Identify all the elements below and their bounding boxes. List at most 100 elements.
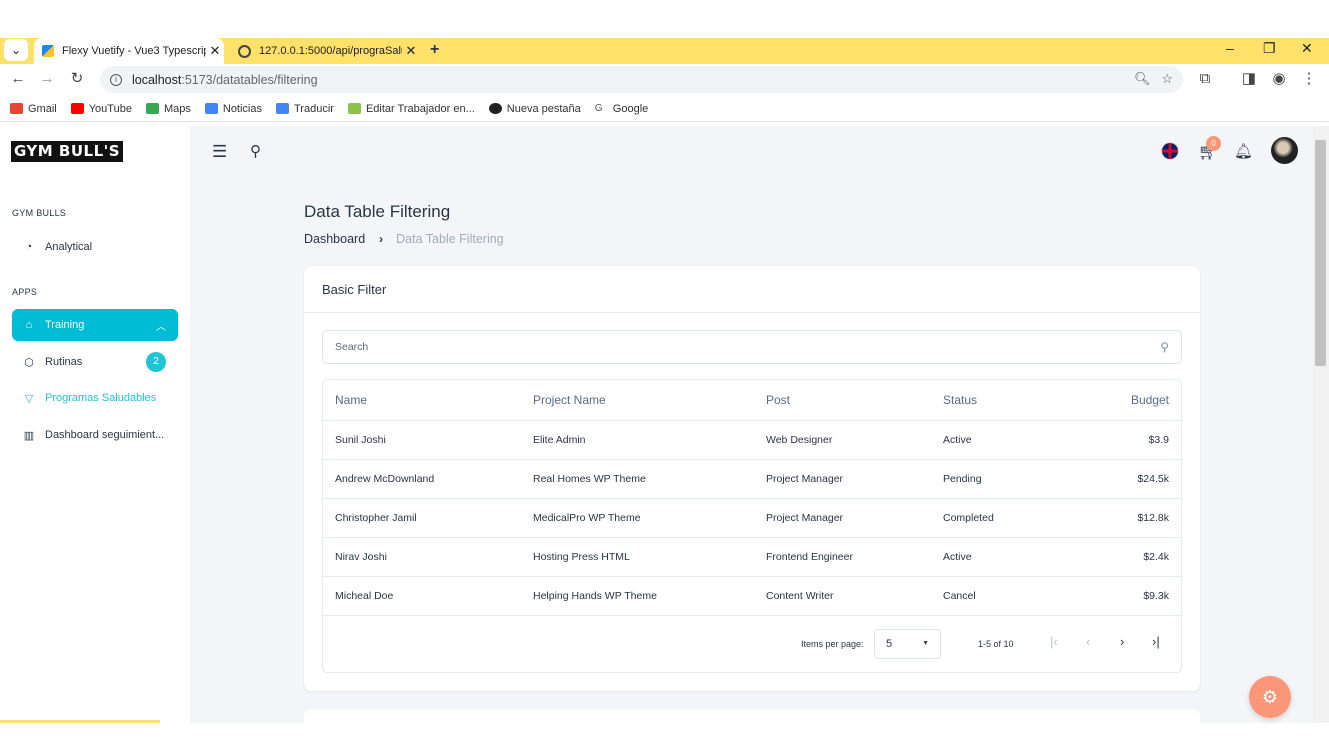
table-row[interactable]: Micheal Doe Helping Hands WP Theme Conte… — [323, 577, 1181, 616]
tab-strip: ⌄ Flexy Vuetify - Vue3 Typescript ✕ 127.… — [0, 38, 1329, 64]
sidebar-item-dashboard-seguimiento[interactable]: ▥ Dashboard seguimient... — [12, 419, 178, 451]
bookmark-nueva-pestana[interactable]: Nueva pestaña — [488, 103, 581, 115]
column-header-budget[interactable]: Budget — [1131, 380, 1169, 420]
page-icon — [347, 103, 361, 114]
sidebar-item-rutinas[interactable]: ⬡ Rutinas 2 — [12, 346, 178, 378]
next-card — [304, 709, 1200, 739]
more-menu-icon[interactable]: ⋮ — [1298, 68, 1320, 90]
sidebar-item-programas-saludables[interactable]: ▽ Programas Saludables — [12, 382, 178, 414]
flexy-favicon-icon — [42, 45, 54, 57]
tab-title: 127.0.0.1:5000/api/prograSalud — [259, 45, 402, 57]
bookmark-youtube[interactable]: YouTube — [70, 103, 132, 115]
bookmarks-bar: Gmail YouTube Maps Noticias Traducir Edi… — [0, 96, 1329, 122]
bookmark-maps[interactable]: Maps — [145, 103, 191, 115]
google-icon: G — [594, 103, 608, 114]
column-header-status[interactable]: Status — [943, 380, 977, 420]
close-window-icon[interactable]: ✕ — [1301, 40, 1313, 57]
sidebar-item-training[interactable]: ⌂ Training ︿ — [12, 309, 178, 341]
bookmark-traducir[interactable]: Traducir — [276, 103, 334, 115]
cart-count-badge: 0 — [1206, 136, 1221, 151]
bookmark-editar-trabajador[interactable]: Editar Trabajador en... — [347, 103, 475, 115]
url-input[interactable]: i localhost:5173/datatables/filtering 🔍︎… — [100, 66, 1183, 93]
basket-icon: ⌂ — [25, 319, 33, 331]
globe-icon — [488, 103, 502, 114]
language-flag-icon[interactable] — [1161, 142, 1179, 160]
settings-fab-gear-icon[interactable]: ⚙ — [1249, 676, 1291, 718]
reload-icon[interactable]: ↻ — [66, 68, 88, 90]
cell-status: Completed — [943, 512, 994, 524]
profile-icon[interactable]: ◉ — [1268, 68, 1290, 90]
app-logo[interactable]: GYM BULL'S — [11, 141, 123, 162]
youtube-icon — [70, 103, 84, 114]
sidebar-item-analytical[interactable]: ◔ Analytical — [12, 231, 178, 263]
table-row[interactable]: Sunil Joshi Elite Admin Web Designer Act… — [323, 421, 1181, 460]
forward-arrow-icon[interactable]: → — [36, 68, 58, 90]
cell-budget: $12.8k — [1137, 512, 1169, 524]
tab-search-button[interactable]: ⌄ — [4, 39, 28, 61]
count-badge: 2 — [146, 352, 166, 372]
search-placeholder: Search — [335, 341, 369, 353]
cell-budget: $3.9 — [1148, 434, 1169, 446]
table-row[interactable]: Nirav Joshi Hosting Press HTML Frontend … — [323, 538, 1181, 577]
scrollbar-thumb[interactable] — [1315, 140, 1326, 366]
breadcrumb-dashboard[interactable]: Dashboard — [304, 232, 365, 246]
new-tab-button[interactable]: + — [430, 41, 439, 59]
close-tab-icon[interactable]: ✕ — [206, 43, 224, 59]
menu-toggle-icon[interactable]: ☰ — [212, 142, 227, 162]
sidebar-item-label: Programas Saludables — [45, 392, 157, 404]
cell-project: Helping Hands WP Theme — [533, 590, 657, 602]
column-header-project[interactable]: Project Name — [533, 380, 606, 420]
chevron-down-icon: ⌄ — [10, 43, 22, 57]
items-per-page-label: Items per page: — [801, 639, 864, 649]
minimize-icon[interactable]: – — [1226, 40, 1234, 56]
page-range: 1-5 of 10 — [978, 639, 1014, 649]
next-page-icon[interactable]: › — [1120, 634, 1124, 649]
nav-section-gym-bulls: GYM BULLS — [12, 208, 67, 218]
first-page-icon[interactable]: |‹ — [1050, 634, 1058, 649]
last-page-icon[interactable]: ›| — [1152, 634, 1160, 649]
tab-flexy[interactable]: Flexy Vuetify - Vue3 Typescript ✕ — [34, 38, 224, 64]
column-header-name[interactable]: Name — [335, 380, 367, 420]
omnibox-actions: 🔍︎ ☆ — [1134, 71, 1173, 87]
zoom-icon[interactable]: 🔍︎ — [1134, 71, 1151, 86]
close-tab-icon[interactable]: ✕ — [402, 43, 420, 59]
cell-budget: $24.5k — [1137, 473, 1169, 485]
cell-project: Real Homes WP Theme — [533, 473, 646, 485]
extensions-icon[interactable]: ⧉ — [1194, 68, 1216, 90]
card-divider — [304, 312, 1200, 313]
site-info-icon[interactable]: i — [110, 73, 122, 86]
search-icon[interactable]: ⚲ — [250, 142, 261, 160]
bookmark-noticias[interactable]: Noticias — [204, 103, 262, 115]
bookmark-gmail[interactable]: Gmail — [10, 103, 57, 115]
column-header-post[interactable]: Post — [766, 380, 790, 420]
bar-chart-icon: ▥ — [23, 429, 35, 442]
cell-name: Nirav Joshi — [335, 551, 387, 563]
cell-project: Hosting Press HTML — [533, 551, 630, 563]
table-row[interactable]: Andrew McDownland Real Homes WP Theme Pr… — [323, 460, 1181, 499]
prev-page-icon[interactable]: ‹ — [1086, 634, 1090, 649]
items-per-page-value: 5 — [886, 638, 893, 650]
bell-icon[interactable]: 🔔︎ — [1234, 142, 1253, 160]
search-input[interactable]: Search ⚲ — [322, 330, 1182, 364]
dropdown-arrow-icon: ▼ — [922, 640, 929, 647]
cell-budget: $9.3k — [1143, 590, 1169, 602]
gmail-icon — [10, 103, 23, 114]
bookmark-google[interactable]: G Google — [594, 103, 648, 115]
back-arrow-icon[interactable]: ← — [7, 68, 29, 90]
table-row[interactable]: Christopher Jamil MedicalPro WP Theme Pr… — [323, 499, 1181, 538]
cell-post: Project Manager — [766, 512, 844, 524]
app-root: GYM BULL'S GYM BULLS ◔ Analytical APPS ⌂… — [0, 126, 1329, 739]
tab-api[interactable]: 127.0.0.1:5000/api/prograSalud ✕ — [230, 38, 420, 64]
filter-icon: ▽ — [24, 392, 34, 405]
restore-icon[interactable]: ❐ — [1263, 40, 1276, 57]
basic-filter-card: Basic Filter Search ⚲ Name Project Name … — [304, 266, 1200, 691]
side-panel-icon[interactable]: ◨ — [1238, 68, 1260, 90]
chevron-right-icon: › — [379, 232, 384, 246]
avatar[interactable] — [1271, 137, 1298, 164]
cell-name: Micheal Doe — [335, 590, 394, 602]
chevron-up-icon: ︿ — [156, 321, 166, 333]
maps-icon — [145, 103, 159, 114]
items-per-page-select[interactable]: 5 ▼ — [874, 629, 941, 659]
search-icon[interactable]: ⚲ — [1160, 340, 1169, 354]
bookmark-star-icon[interactable]: ☆ — [1161, 71, 1173, 86]
